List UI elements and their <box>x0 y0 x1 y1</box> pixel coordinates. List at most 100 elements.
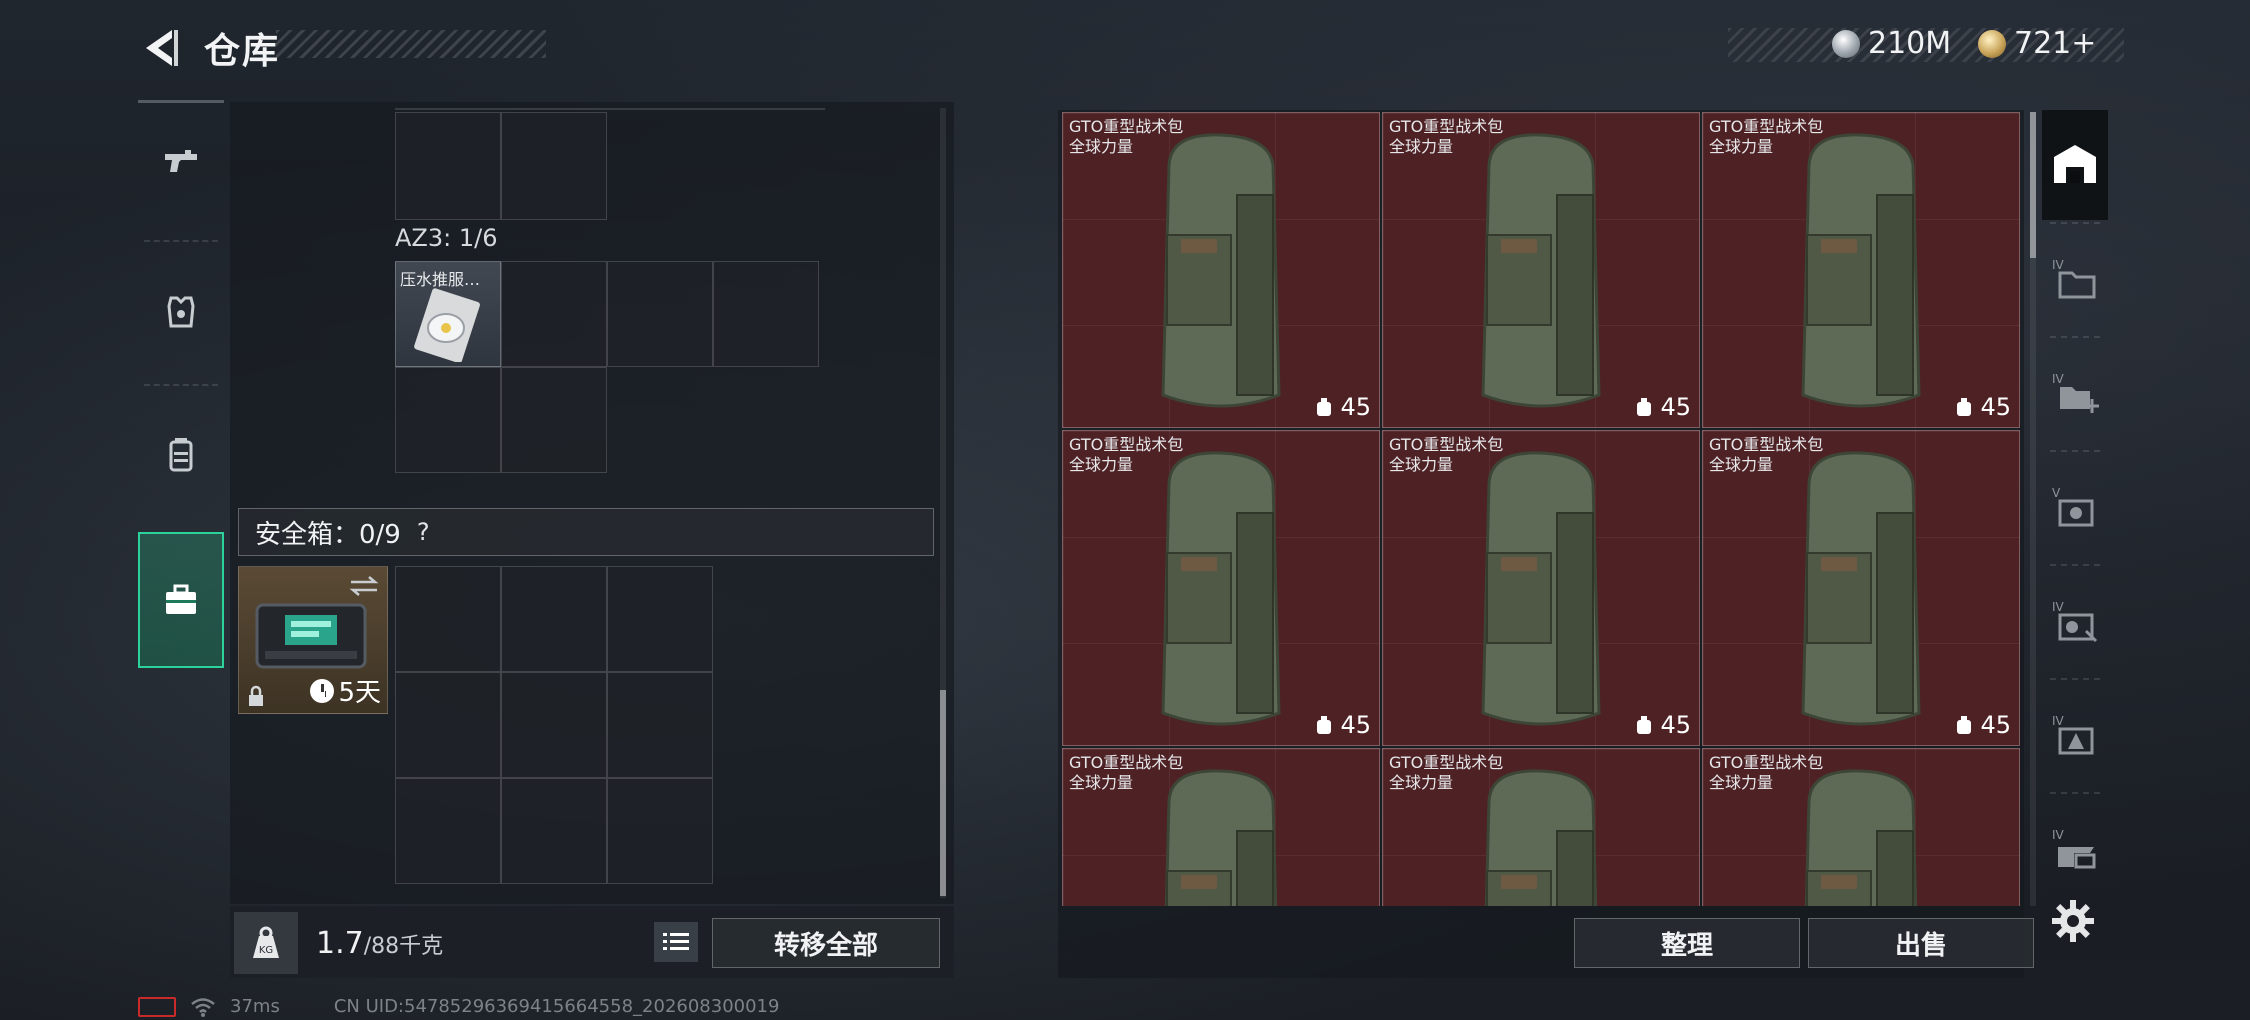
stash-tab-rail: IV IV V IV IV IV <box>2042 110 2108 906</box>
safe-slot[interactable] <box>501 778 607 884</box>
stash-item[interactable]: GTO重型战术包 全球力量 45 <box>1062 430 1380 746</box>
backpack-small-icon <box>1317 398 1332 416</box>
backpack-item-icon <box>1161 133 1281 408</box>
svg-text:IV: IV <box>2052 828 2065 842</box>
item-count: 45 <box>1314 393 1371 421</box>
swap-icon[interactable] <box>349 575 379 597</box>
safe-slot[interactable] <box>501 672 607 778</box>
rail-item-backpack[interactable] <box>138 394 224 514</box>
item-count: 45 <box>1314 711 1371 739</box>
gold-currency[interactable]: 721+ <box>1978 26 2096 61</box>
backpack-small-icon <box>1957 398 1972 416</box>
tab-iv-3[interactable]: IV <box>2042 566 2108 676</box>
container-label: AZ3: 1/6 <box>395 224 498 252</box>
stash-item[interactable]: GTO重型战术包 全球力量 45 <box>1382 748 1700 906</box>
safe-slot[interactable] <box>607 566 713 672</box>
rail-item-safebox[interactable] <box>138 532 224 668</box>
briefcase-icon <box>166 584 196 614</box>
backpack-small-icon <box>1317 716 1332 734</box>
battery-icon <box>138 996 176 1017</box>
armor-vest-icon <box>167 296 195 328</box>
safe-slot[interactable] <box>501 566 607 672</box>
svg-text:IV: IV <box>2052 714 2065 728</box>
svg-text:IV: IV <box>2052 600 2065 614</box>
list-icon <box>663 933 689 950</box>
back-button[interactable] <box>136 24 184 72</box>
backpack-item-icon <box>1481 451 1601 726</box>
item-brand: 全球力量 <box>1389 455 1454 474</box>
stash-item[interactable]: GTO重型战术包 全球力量 45 <box>1702 112 2020 428</box>
backpack-small-icon <box>1637 398 1652 416</box>
svg-text:IV: IV <box>2052 372 2065 386</box>
clock-icon <box>310 678 335 703</box>
item-brand: 全球力量 <box>1709 137 1774 156</box>
sell-button[interactable]: 出售 <box>1808 918 2034 968</box>
item-brand: 全球力量 <box>1709 773 1774 792</box>
tab-iv-4[interactable]: IV <box>2042 680 2108 790</box>
tab-v[interactable]: V <box>2042 452 2108 562</box>
tab-iv-2[interactable]: IV <box>2042 338 2108 448</box>
stash-item[interactable]: GTO重型战术包 全球力量 45 <box>1062 748 1380 906</box>
silver-coin-icon <box>1832 29 1860 58</box>
safebox-item[interactable]: 5天 <box>238 566 388 714</box>
page-title: 仓库 <box>204 31 281 72</box>
grid-cell[interactable] <box>501 112 607 220</box>
item-mask[interactable]: 压水推服… <box>395 261 501 367</box>
lock-icon <box>249 685 263 706</box>
backpack-item-icon <box>1481 133 1601 408</box>
camera-iv-icon: IV <box>2052 600 2098 643</box>
safe-slot[interactable] <box>395 672 501 778</box>
weight-lock-button[interactable]: KG <box>234 912 298 974</box>
stash-item[interactable]: GTO重型战术包 全球力量 45 <box>1702 430 2020 746</box>
help-icon[interactable]: ? <box>417 518 430 546</box>
back-chevron-icon <box>146 30 172 66</box>
safe-slot[interactable] <box>395 566 501 672</box>
title-decoration <box>276 30 546 58</box>
weight-current: 1.7 <box>316 926 364 961</box>
safe-slot[interactable] <box>395 778 501 884</box>
item-brand: 全球力量 <box>1389 773 1454 792</box>
grid-cell[interactable] <box>501 261 607 367</box>
sort-button[interactable]: 整理 <box>1574 918 1800 968</box>
tab-iv-1[interactable]: IV <box>2042 224 2108 334</box>
stash-item[interactable]: GTO重型战术包 全球力量 45 <box>1382 430 1700 746</box>
stash-item[interactable]: GTO重型战术包 全球力量 45 <box>1062 112 1380 428</box>
tab-warehouse[interactable] <box>2042 110 2108 220</box>
rail-item-armor[interactable] <box>138 252 224 372</box>
backpack-small-icon <box>1637 716 1652 734</box>
left-scrollbar-thumb[interactable] <box>940 690 946 896</box>
stash-item[interactable]: GTO重型战术包 全球力量 45 <box>1382 112 1700 428</box>
warehouse-icon <box>2054 145 2096 183</box>
status-bar: 37ms CN UID:54785296369415664558_2026083… <box>138 996 779 1017</box>
svg-text:KG: KG <box>259 945 273 956</box>
rail-item-weapons[interactable] <box>138 102 224 222</box>
ping-readout: 37ms <box>230 996 280 1017</box>
transfer-all-button[interactable]: 转移全部 <box>712 918 940 968</box>
safe-slot[interactable] <box>607 672 713 778</box>
stash-scrollbar-thumb[interactable] <box>2030 112 2036 258</box>
respirator-item-icon <box>414 288 480 362</box>
gold-amount: 721+ <box>2014 26 2097 61</box>
safebox-days: 5天 <box>338 678 381 708</box>
svg-text:V: V <box>2052 486 2061 500</box>
safebox-icon <box>255 603 367 669</box>
silver-currency[interactable]: 210M <box>1832 26 1951 61</box>
item-count: 45 <box>1954 711 2011 739</box>
grid-cell[interactable] <box>501 367 607 473</box>
folder-add-iv-icon: IV <box>2052 372 2099 413</box>
grid-cell[interactable] <box>607 261 713 367</box>
item-brand: 全球力量 <box>1389 137 1454 156</box>
weight-max: /88千克 <box>363 934 444 959</box>
safe-slot[interactable] <box>607 778 713 884</box>
backpack-item-icon <box>1801 451 1921 726</box>
list-view-button[interactable] <box>654 922 698 962</box>
settings-button[interactable] <box>2050 898 2096 944</box>
tab-iv-5[interactable]: IV <box>2042 794 2108 904</box>
backpack-item-icon <box>1164 769 1278 906</box>
grid-cell[interactable] <box>713 261 819 367</box>
grid-cell[interactable] <box>395 112 501 220</box>
item-brand: 全球力量 <box>1069 137 1134 156</box>
stash-item[interactable]: GTO重型战术包 全球力量 45 <box>1702 748 2020 906</box>
grid-cell[interactable] <box>395 367 501 473</box>
camera-v-icon: V <box>2052 486 2094 527</box>
